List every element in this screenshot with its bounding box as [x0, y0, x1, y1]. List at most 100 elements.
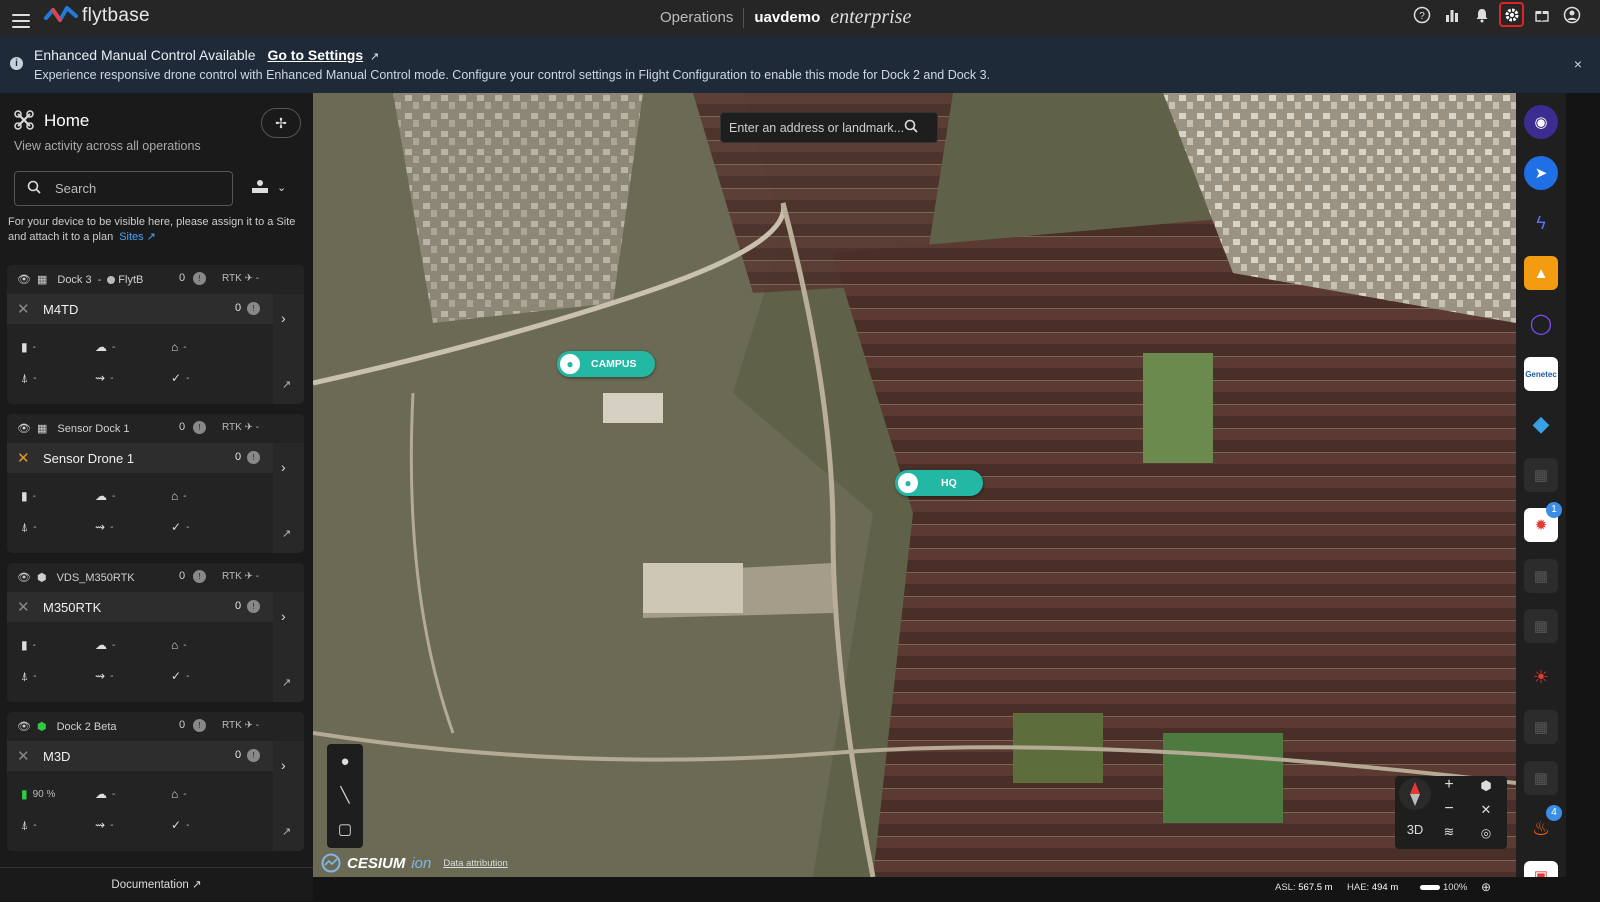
external-link-icon[interactable]: ↗	[282, 825, 291, 838]
integration-placeholder-icon[interactable]: ▦	[1524, 710, 1558, 744]
polygon-tool-icon[interactable]: ▢	[327, 812, 363, 846]
map-marker-campus[interactable]: ● CAMPUS	[557, 351, 655, 377]
home-icon: ⌂	[171, 638, 179, 652]
battery-stat: ▮ -	[21, 638, 36, 652]
integration-siren-icon[interactable]: ☀	[1524, 660, 1558, 694]
info-banner: i Enhanced Manual Control Available Go t…	[0, 36, 1600, 93]
external-link-icon: ↗	[191, 879, 202, 891]
integration-send-icon[interactable]: ➤	[1524, 156, 1558, 190]
dock-header: 👁 ⬢ Dock 2 Beta 0 ! RTK ✈ -	[7, 712, 304, 741]
home-icon: ⌂	[171, 340, 179, 354]
location-pin-icon: ●	[895, 470, 921, 496]
external-link-icon[interactable]: ↗	[282, 676, 291, 689]
altitude-stat: ⍋ -	[21, 520, 37, 534]
compass-icon[interactable]	[1399, 778, 1431, 810]
fullscreen-icon[interactable]: ✕	[1475, 802, 1497, 824]
integration-placeholder-icon[interactable]: ▦	[1524, 458, 1558, 492]
integration-avatar-icon[interactable]: ◉	[1524, 105, 1558, 139]
layers-icon[interactable]: ≋	[1439, 824, 1459, 844]
sites-link[interactable]: Sites	[119, 231, 143, 243]
chevron-right-icon[interactable]: ›	[281, 608, 286, 624]
menu-icon[interactable]	[12, 14, 30, 28]
data-attribution-link[interactable]: Data attribution	[443, 858, 507, 869]
integration-genetec-icon[interactable]: Genetec	[1524, 357, 1558, 391]
battery-icon: ▮	[21, 787, 28, 801]
analytics-icon[interactable]	[1441, 4, 1462, 25]
device-filter[interactable]: ⌄	[251, 178, 286, 197]
line-tool-icon[interactable]: ╲	[327, 778, 363, 812]
locate-icon[interactable]: ◎	[1475, 826, 1497, 846]
altitude-icon: ⍋	[21, 371, 29, 385]
integration-placeholder-icon[interactable]: ▦	[1524, 559, 1558, 593]
map-view[interactable]: ● CAMPUS ● HQ ● ╲ ▢ + − ⬢ ✕ 3D ≋ ◎ CESIU…	[313, 93, 1516, 877]
zoom-bar	[1420, 885, 1440, 890]
alert-icon: !	[193, 272, 206, 285]
drone-row[interactable]: ✕ M3D 0 !	[7, 741, 273, 771]
drone-row[interactable]: ✕ Sensor Drone 1 0 !	[7, 443, 273, 473]
external-link-icon[interactable]: ↗	[282, 527, 291, 540]
cube-icon[interactable]: ⬢	[1475, 778, 1497, 800]
operations-link[interactable]: Operations	[660, 9, 733, 26]
integration-fire-icon[interactable]: ♨ 4	[1524, 805, 1562, 845]
view-mode-toggle[interactable]: 3D	[1401, 822, 1429, 842]
rtk-label: RTK	[222, 422, 242, 433]
pin-tool-icon[interactable]: ●	[327, 744, 363, 778]
assign-device-button[interactable]: ✢	[261, 108, 301, 138]
search-box	[14, 171, 233, 206]
integration-placeholder-icon[interactable]: ▦	[1524, 761, 1558, 795]
zoom-out-button[interactable]: −	[1439, 800, 1459, 822]
search-icon[interactable]	[904, 119, 918, 136]
signal-icon: ✓	[171, 669, 182, 683]
address-search-input[interactable]	[729, 120, 904, 135]
zoom-in-button[interactable]: +	[1439, 776, 1459, 798]
integration-diamond-icon[interactable]: ◆	[1524, 407, 1558, 441]
external-link-icon[interactable]: ↗	[282, 378, 291, 391]
dock-name: Dock 3	[57, 273, 92, 286]
close-icon[interactable]: ×	[1574, 56, 1582, 72]
device-card[interactable]: 👁 ⬢ VDS_M350RTK 0 ! RTK ✈ - ✕ M350RTK 0 …	[7, 563, 304, 702]
rtk-label: RTK	[222, 720, 242, 731]
chevron-right-icon[interactable]: ›	[281, 459, 286, 475]
divider	[743, 7, 745, 28]
hae-readout: HAE: 494 m	[1347, 882, 1399, 893]
map-marker-hq[interactable]: ● HQ	[895, 470, 983, 496]
draw-toolbar: ● ╲ ▢	[327, 744, 363, 848]
integration-bolt-icon[interactable]: ϟ	[1524, 206, 1558, 240]
rtk-status: RTK ✈ -	[222, 571, 260, 582]
help-icon[interactable]: ?	[1411, 4, 1432, 25]
drone-row[interactable]: ✕ M350RTK 0 !	[7, 592, 273, 622]
integration-alert-icon[interactable]: ✹ 1	[1524, 502, 1562, 542]
location-pin-icon: ●	[557, 351, 583, 377]
home-stat: ⌂ -	[171, 638, 187, 652]
device-card[interactable]: 👁 ▦ Sensor Dock 1 0 ! RTK ✈ - ✕ Sensor D…	[7, 414, 304, 553]
integration-orange-icon[interactable]: ▲	[1524, 256, 1558, 290]
altitude-stat: ⍋ -	[21, 371, 37, 385]
chevron-right-icon[interactable]: ›	[281, 757, 286, 773]
device-card[interactable]: 👁 ⬢ Dock 2 Beta 0 ! RTK ✈ - ✕ M3D 0 ! › …	[7, 712, 304, 851]
gift-icon[interactable]	[1531, 4, 1552, 25]
org-name[interactable]: uavdemo	[754, 9, 820, 26]
integration-ring-icon[interactable]: ◯	[1524, 306, 1558, 340]
marker-label: CAMPUS	[591, 358, 637, 370]
gear-icon[interactable]	[1499, 2, 1524, 27]
speed-icon: ⇝	[95, 520, 106, 534]
bell-icon[interactable]	[1471, 4, 1492, 25]
dock-name: Sensor Dock 1	[57, 422, 130, 435]
logo[interactable]: flytbase	[44, 5, 150, 27]
chevron-right-icon[interactable]: ›	[281, 310, 286, 326]
search-input[interactable]	[55, 181, 205, 196]
weather-stat: ☁ -	[95, 340, 116, 354]
go-to-settings-link[interactable]: Go to Settings	[267, 47, 363, 63]
integration-placeholder-icon[interactable]: ▦	[1524, 609, 1558, 643]
device-card[interactable]: 👁 ▦ Dock 3 - FlytB 0 ! RTK ✈ - ✕ M4TD 0 …	[7, 265, 304, 404]
scale-icon[interactable]: ⊕	[1481, 880, 1491, 894]
home-icon: ⌂	[171, 787, 179, 801]
right-integrations-rail: ◉ ➤ ϟ ▲ ◯ Genetec ◆ ▦ ✹1 ▦ ▦ ☀ ▦ ▦ ♨4 ▣	[1516, 93, 1566, 901]
dock-header: 👁 ▦ Dock 3 - FlytB 0 ! RTK ✈ -	[7, 265, 304, 294]
rtk-status: RTK ✈ -	[222, 273, 260, 284]
drone-name: M350RTK	[43, 599, 102, 615]
dock-eye-icon: 👁	[17, 721, 31, 733]
drone-row[interactable]: ✕ M4TD 0 !	[7, 294, 273, 324]
account-icon[interactable]	[1561, 4, 1582, 25]
documentation-link[interactable]: Documentation ↗	[0, 867, 313, 901]
